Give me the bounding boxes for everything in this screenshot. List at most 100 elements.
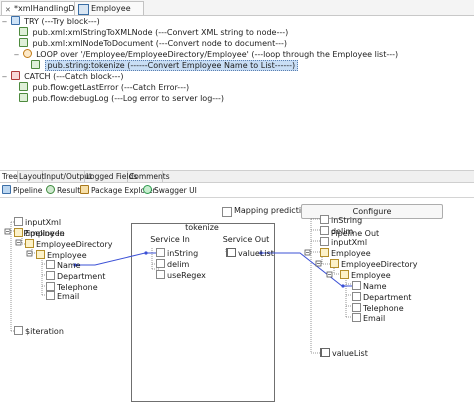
string-icon xyxy=(352,281,361,290)
flow-step-label: pub.xml:xmlNodeToDocument (---Convert no… xyxy=(32,39,287,48)
view-tab-pipeline[interactable]: Pipeline xyxy=(2,185,42,196)
tab-tree[interactable]: Tree xyxy=(0,171,18,182)
tab-input-output[interactable]: Input/Output xyxy=(42,171,92,182)
pipeline-out-item[interactable]: Employee xyxy=(320,248,371,259)
editor-tab-xmlhandlingdemo[interactable]: ✕ *xmlHandlingDemo xyxy=(1,1,92,15)
string-icon xyxy=(46,291,55,300)
flow-step-invoke[interactable]: pub.flow:getLastError (---Catch Error---… xyxy=(19,82,189,93)
pipeline-out-item[interactable]: Email xyxy=(352,313,385,324)
view-tab-bar: Pipeline Results Package Explorer Swagge… xyxy=(0,184,474,197)
field-label: valueList xyxy=(238,249,274,258)
field-label: valueList xyxy=(332,349,368,358)
field-label: Employee xyxy=(47,251,87,260)
flow-step-label: pub.flow:debugLog (---Log error to serve… xyxy=(32,94,225,103)
field-label: Employee xyxy=(25,229,65,238)
field-label: EmployeeDirectory xyxy=(36,240,113,249)
pipeline-in-item[interactable]: Name xyxy=(46,260,81,271)
collapse-icon[interactable]: − xyxy=(13,50,20,61)
view-tab-results[interactable]: Results xyxy=(46,185,84,196)
flow-step-invoke[interactable]: pub.xml:xmlNodeToDocument (---Convert no… xyxy=(19,38,287,49)
field-label: inString xyxy=(167,249,199,258)
string-icon xyxy=(46,260,55,269)
tab-label: Comments xyxy=(129,172,170,181)
field-label: Employee xyxy=(331,249,371,258)
flow-step-invoke[interactable]: pub.flow:debugLog (---Log error to serve… xyxy=(19,93,224,104)
document-icon xyxy=(330,259,339,268)
pipeline-out-item[interactable]: EmployeeDirectory xyxy=(330,259,418,270)
results-icon xyxy=(46,185,55,194)
pipeline-in-item[interactable]: Email xyxy=(46,291,79,302)
flow-step-label: pub.flow:getLastError (---Catch Error---… xyxy=(32,83,190,92)
tab-layout[interactable]: Layout xyxy=(17,171,45,182)
pipeline-in-item[interactable]: Employee xyxy=(14,228,65,239)
loop-icon xyxy=(22,49,32,58)
tab-label: Layout xyxy=(19,172,45,181)
tab-comments[interactable]: Comments xyxy=(127,171,170,182)
field-label: inputXml xyxy=(25,218,62,227)
string-icon xyxy=(352,313,361,322)
string-icon xyxy=(352,292,361,301)
try-icon xyxy=(10,16,20,25)
pipeline-out-item[interactable]: Employee xyxy=(340,270,391,281)
field-label: useRegex xyxy=(167,271,206,280)
service-out-item[interactable]: valueList xyxy=(226,248,274,259)
field-label: inString xyxy=(331,216,363,225)
string-icon xyxy=(156,248,165,257)
collapse-icon[interactable]: − xyxy=(1,72,8,83)
flow-step-label-selected: pub.string:tokenize (------Convert Emplo… xyxy=(44,60,299,71)
view-tab-swagger-ui[interactable]: Swagger UI xyxy=(143,185,197,196)
editor-tab-employee[interactable]: Employee xyxy=(74,1,144,15)
flow-step-loop[interactable]: − LOOP over '/Employee/EmployeeDirectory… xyxy=(13,49,398,60)
flow-step-try[interactable]: − TRY (---Try block---) xyxy=(1,16,100,27)
service-in-item[interactable]: delim xyxy=(156,259,189,270)
pipeline-out-item[interactable]: inString xyxy=(320,215,362,226)
tab-logged-fields[interactable]: Logged Fields xyxy=(84,171,137,182)
string-icon xyxy=(320,226,329,235)
field-label: Email xyxy=(363,314,386,323)
string-icon xyxy=(320,215,329,224)
string-icon xyxy=(156,270,165,279)
string-list-icon xyxy=(320,348,330,357)
pipeline-in-item[interactable]: inputXml xyxy=(14,217,61,228)
field-label: EmployeeDirectory xyxy=(341,260,418,269)
flow-step-label: CATCH (---Catch block---) xyxy=(24,72,124,81)
invoke-icon xyxy=(19,27,28,36)
document-icon xyxy=(36,250,45,259)
field-label: Telephone xyxy=(363,304,404,313)
field-label: Department xyxy=(363,293,412,302)
pipeline-in-item[interactable]: EmployeeDirectory xyxy=(25,239,113,250)
flow-step-label: TRY (---Try block---) xyxy=(24,17,100,26)
service-in-item[interactable]: useRegex xyxy=(156,270,206,281)
document-icon xyxy=(320,248,329,257)
flow-step-invoke[interactable]: pub.string:tokenize (------Convert Emplo… xyxy=(31,60,299,71)
string-icon xyxy=(320,237,329,246)
string-icon xyxy=(156,259,165,268)
pipeline-out-item[interactable]: delim xyxy=(320,226,353,237)
invoke-icon xyxy=(19,82,28,91)
invoke-icon xyxy=(19,38,28,47)
field-label: Name xyxy=(363,282,387,291)
field-label: Department xyxy=(57,272,106,281)
document-icon xyxy=(25,239,34,248)
invoke-icon xyxy=(31,60,40,69)
collapse-icon[interactable]: − xyxy=(1,17,8,28)
service-in-item[interactable]: inString xyxy=(156,248,198,259)
pipeline-out-item[interactable]: Name xyxy=(352,281,387,292)
pipeline-in-item[interactable]: Department xyxy=(46,271,105,282)
string-list-icon xyxy=(226,248,236,257)
field-label: Name xyxy=(57,261,81,270)
invoke-icon xyxy=(19,93,28,102)
pipeline-out-item[interactable]: valueList xyxy=(320,348,368,359)
flow-step-catch[interactable]: − CATCH (---Catch block---) xyxy=(1,71,124,82)
swagger-icon xyxy=(143,185,152,194)
flow-step-invoke[interactable]: pub.xml:xmlStringToXMLNode (---Convert X… xyxy=(19,27,288,38)
string-icon xyxy=(352,303,361,312)
document-icon xyxy=(340,270,349,279)
string-icon xyxy=(14,217,23,226)
catch-icon xyxy=(10,71,20,80)
field-label: delim xyxy=(331,227,354,236)
pipeline-out-item[interactable]: inputXml xyxy=(320,237,367,248)
pipeline-out-item[interactable]: Department xyxy=(352,292,411,303)
flow-tree: − TRY (---Try block---) pub.xml:xmlStrin… xyxy=(0,16,474,170)
pipeline-in-item[interactable]: $iteration xyxy=(14,326,64,337)
